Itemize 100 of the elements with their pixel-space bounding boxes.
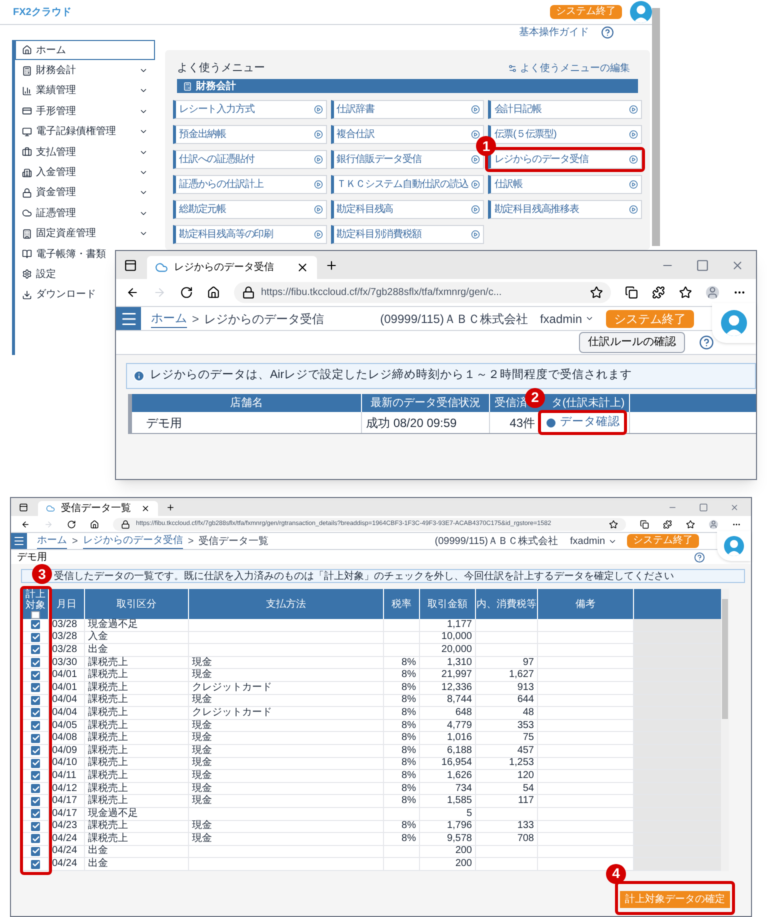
- sidebar-item[interactable]: 電子帳簿・書類: [36, 246, 106, 262]
- checkbox[interactable]: [31, 611, 40, 619]
- menu-item[interactable]: 仕訳辞書: [330, 100, 484, 119]
- maximize-icon[interactable]: [699, 502, 708, 512]
- extension-icon[interactable]: [640, 520, 649, 528]
- tabs-icon[interactable]: [19, 502, 28, 512]
- menu-item[interactable]: レシート入力方式: [173, 100, 327, 119]
- rules-button[interactable]: 仕訳ルールの確認: [579, 332, 685, 353]
- menu-item[interactable]: 銀行信販データ受信: [330, 150, 484, 169]
- profile-icon[interactable]: [709, 520, 718, 528]
- sidebar-item[interactable]: 財務会計: [36, 63, 76, 78]
- column-header: 内、消費税等: [476, 598, 536, 612]
- menu-item[interactable]: 証憑からの仕訳計上: [173, 175, 327, 194]
- menu-item[interactable]: 伝票(５伝票型): [488, 125, 642, 144]
- puzzle-icon[interactable]: [652, 286, 665, 299]
- checkbox[interactable]: [31, 784, 40, 794]
- menu-item[interactable]: 仕訳帳: [488, 175, 642, 194]
- browser-tab[interactable]: 受信データ一覧: [38, 501, 158, 516]
- help-icon[interactable]: [694, 552, 705, 562]
- guide-link[interactable]: 基本操作ガイド: [519, 25, 589, 40]
- close-icon[interactable]: [141, 504, 150, 513]
- checkbox[interactable]: [31, 632, 40, 642]
- menu-item[interactable]: 総勘定元帳: [173, 200, 327, 219]
- user-menu[interactable]: fxadmin: [540, 310, 594, 328]
- profile-icon[interactable]: [706, 286, 719, 299]
- edit-link[interactable]: よく使うメニューの編集: [520, 60, 630, 76]
- checkbox[interactable]: [31, 645, 40, 654]
- favorites-icon[interactable]: [686, 520, 695, 528]
- sidebar-item[interactable]: 証憑管理: [36, 206, 76, 221]
- checkbox[interactable]: [31, 696, 40, 705]
- reload-icon[interactable]: [180, 286, 193, 299]
- new-tab-icon[interactable]: [325, 258, 338, 272]
- section-title: 財務会計: [196, 80, 236, 94]
- avatar[interactable]: [724, 536, 744, 556]
- checkbox[interactable]: [31, 834, 40, 844]
- checkbox[interactable]: [31, 822, 40, 831]
- menu-item[interactable]: 預金出納帳: [173, 125, 327, 144]
- avatar[interactable]: [630, 1, 652, 23]
- sidebar-item[interactable]: 手形管理: [36, 104, 76, 119]
- sidebar-item[interactable]: 業績管理: [36, 83, 76, 98]
- breadcrumb-link[interactable]: ホーム: [151, 309, 187, 328]
- help-icon[interactable]: [699, 335, 714, 350]
- menu-item[interactable]: 勘定科目残高: [330, 200, 484, 219]
- breadcrumb-link[interactable]: ホーム: [37, 533, 67, 549]
- checkbox[interactable]: [31, 771, 40, 780]
- back-icon[interactable]: [126, 286, 139, 299]
- checkbox[interactable]: [31, 620, 40, 630]
- checkbox[interactable]: [31, 796, 40, 806]
- checkbox[interactable]: [31, 683, 40, 692]
- avatar[interactable]: [721, 310, 747, 336]
- checkbox[interactable]: [31, 658, 40, 668]
- help-icon[interactable]: [601, 26, 614, 39]
- breadcrumb-link[interactable]: レジからのデータ受信: [82, 533, 183, 549]
- user-menu[interactable]: fxadmin: [570, 534, 617, 548]
- menu-item[interactable]: 勘定科目別消費税額: [330, 225, 484, 244]
- favorite-icon[interactable]: [590, 286, 603, 299]
- favorite-icon[interactable]: [609, 520, 618, 528]
- sidebar-item[interactable]: 設定: [36, 266, 56, 282]
- checkbox[interactable]: [31, 708, 40, 718]
- puzzle-icon[interactable]: [663, 520, 672, 528]
- menu-item[interactable]: 複合仕訳: [330, 125, 484, 144]
- menu-item[interactable]: 勘定科目残高推移表: [488, 200, 642, 219]
- checkbox[interactable]: [31, 809, 40, 818]
- home-icon[interactable]: [207, 286, 220, 299]
- extension-icon[interactable]: [625, 286, 638, 299]
- checkbox[interactable]: [31, 860, 40, 869]
- close-icon[interactable]: [296, 261, 309, 274]
- sidebar-item[interactable]: ダウンロード: [36, 287, 96, 302]
- maximize-icon[interactable]: [696, 258, 709, 272]
- scrollbar[interactable]: [721, 589, 729, 871]
- tabs-icon[interactable]: [124, 258, 137, 272]
- reload-icon[interactable]: [67, 520, 76, 528]
- address-bar[interactable]: https://fibu.tkccloud.cf/fx/7gb288sflx/tfa/fxmnrg/gen/c...: [234, 282, 611, 303]
- sidebar-item[interactable]: 固定資産管理: [36, 226, 96, 242]
- menu-item[interactable]: 勘定科目残高等の印刷: [173, 225, 327, 244]
- browser-tab[interactable]: レジからのデータ受信: [147, 256, 317, 279]
- checkbox[interactable]: [31, 846, 40, 856]
- menu-button[interactable]: [11, 533, 27, 549]
- menu-item[interactable]: レジからのデータ受信: [488, 150, 642, 169]
- new-tab-icon[interactable]: [166, 502, 175, 512]
- checkbox[interactable]: [31, 721, 40, 730]
- checkbox[interactable]: [31, 746, 40, 756]
- checkbox[interactable]: [31, 758, 40, 768]
- back-icon[interactable]: [21, 520, 30, 528]
- sidebar-item[interactable]: 入金管理: [36, 165, 76, 180]
- sidebar-item[interactable]: 電子記録債権管理: [36, 124, 116, 140]
- menu-item[interactable]: 会計日記帳: [488, 100, 642, 119]
- menu-item[interactable]: ＴＫＣシステム自動仕訳の読込: [330, 175, 484, 194]
- table-cell: 現金: [192, 757, 212, 770]
- menu-button[interactable]: [116, 307, 141, 330]
- favorites-icon[interactable]: [679, 286, 692, 299]
- sidebar-item[interactable]: 資金管理: [36, 185, 76, 200]
- home-icon[interactable]: [90, 520, 99, 528]
- sidebar-item[interactable]: ホーム: [15, 40, 155, 60]
- checkbox[interactable]: [31, 734, 40, 743]
- sidebar-item[interactable]: 支払管理: [36, 144, 76, 160]
- data-check-button[interactable]: データ確認: [545, 414, 620, 432]
- menu-item[interactable]: 仕訳への証憑貼付: [173, 150, 327, 169]
- checkbox[interactable]: [31, 670, 40, 680]
- scrollbar[interactable]: [652, 8, 660, 246]
